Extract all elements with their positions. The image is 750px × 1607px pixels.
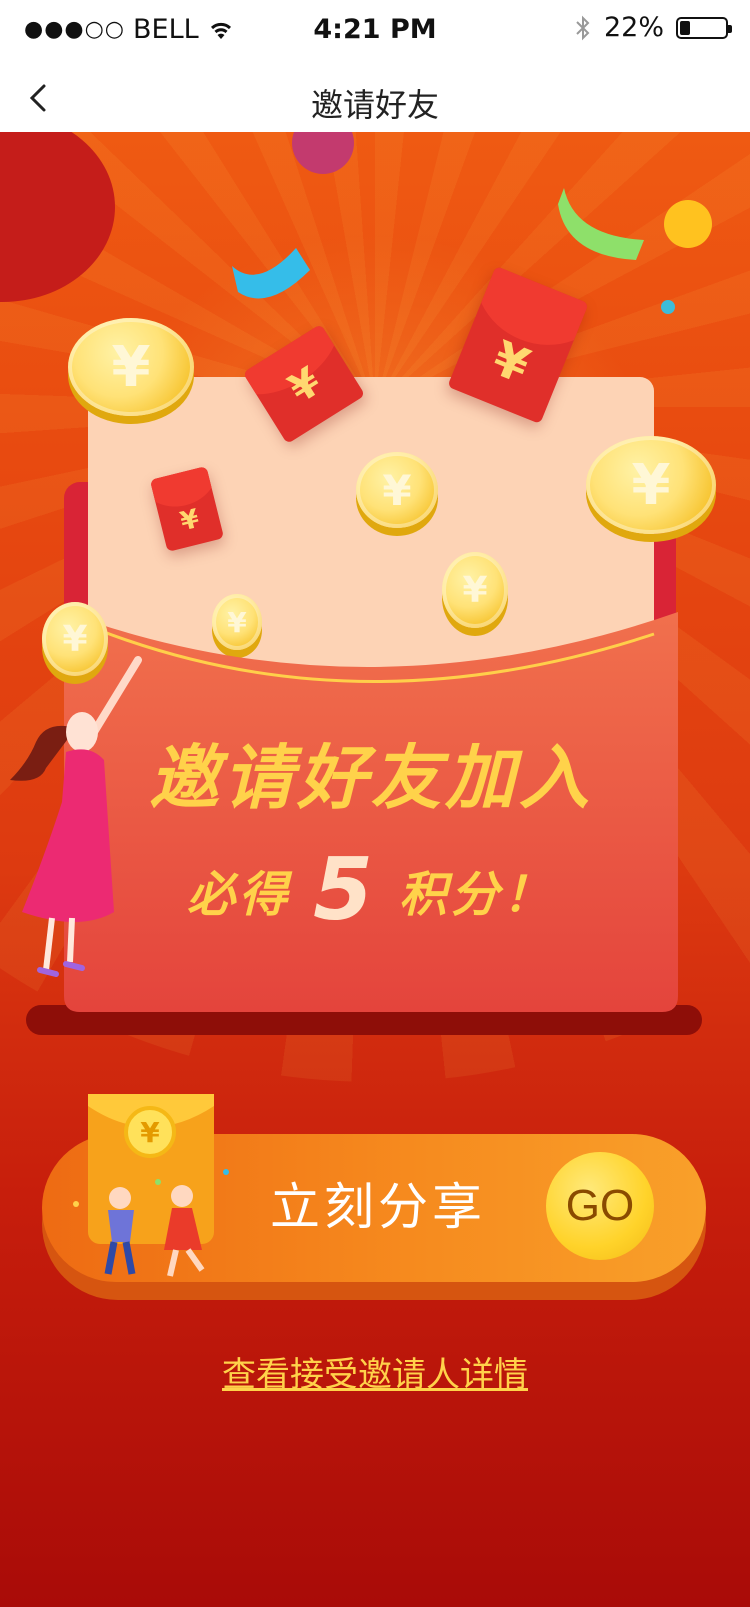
view-invitee-details-link[interactable]: 查看接受邀请人详情 [0,1347,750,1396]
promo-subline: 必得 5 积分！ [64,832,678,940]
decor-dot-teal [661,300,675,314]
envelope-friends-illustration: ¥ [73,1094,229,1277]
battery-level [680,20,690,35]
battery-icon [676,16,732,39]
decor-ribbon-blue [232,248,310,299]
battery-percent: 22% [603,12,664,43]
share-label: 立刻分享 [270,1178,486,1236]
promo-sub-prefix: 必得 [187,867,292,923]
go-button[interactable]: GO [546,1152,654,1260]
bluetooth-icon [576,15,590,40]
svg-text:¥: ¥ [140,1116,160,1149]
decor-ribbon-green [558,188,644,260]
page-title: 邀请好友 [310,86,439,124]
promo-hero: ¥ ¥ ¥ ¥ ¥ ¥ ¥ ¥ ¥ 邀请好友加入 必得 5 积分！ ¥ 立刻分享… [0,132,750,1607]
coin-icon: ¥ [68,318,194,416]
nav-bar: 邀请好友 [0,64,750,133]
coin-icon: ¥ [356,452,438,528]
coin-icon: ¥ [586,436,716,534]
promo-sub-suffix: 积分！ [398,867,555,923]
promo-points-number: 5 [313,840,377,940]
status-bar: ●●●○○ BELL 4:21 PM 22% [0,0,750,64]
promo-headline: 邀请好友加入 [149,737,593,819]
woman-illustration [10,656,142,977]
status-right: 22% [574,12,732,43]
decor-dot-yellow [664,200,712,248]
